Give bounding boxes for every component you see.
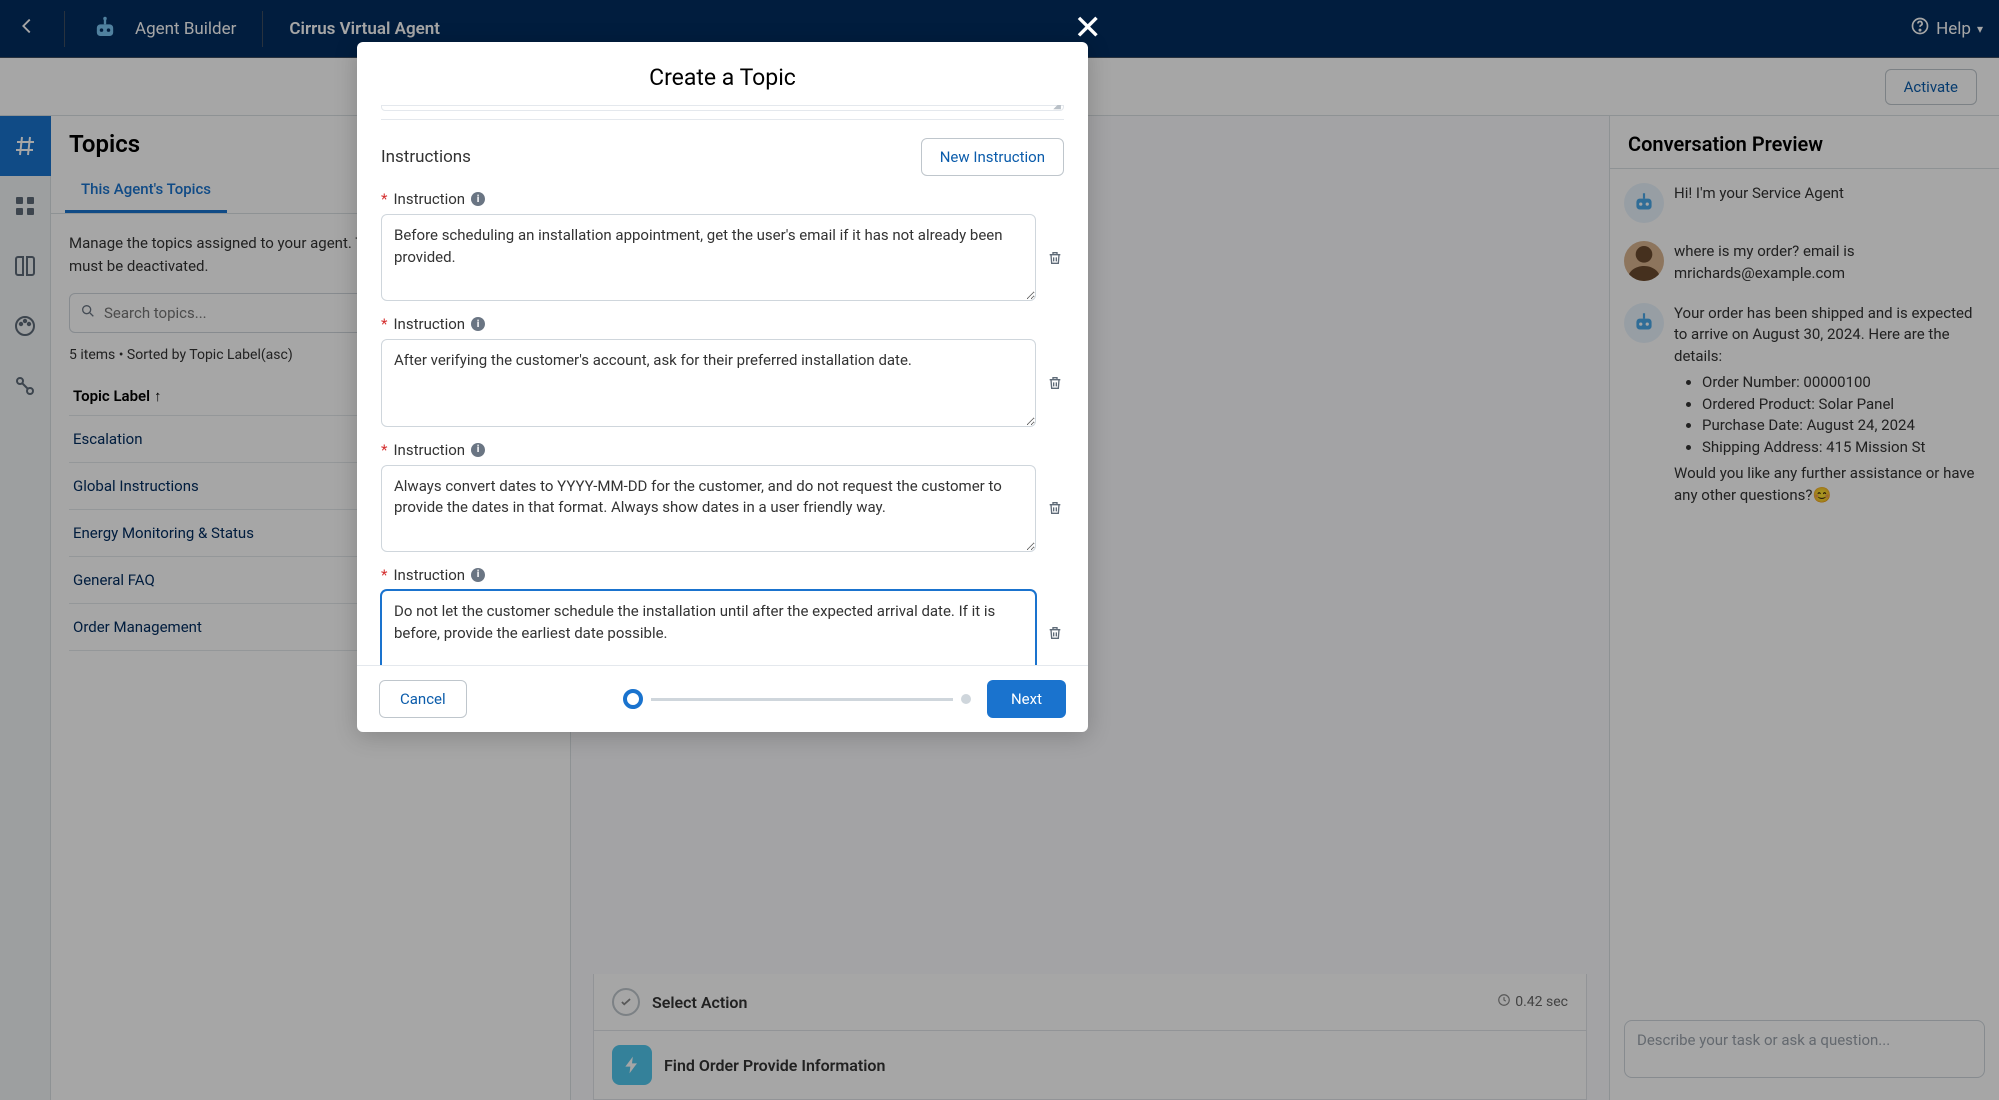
- instruction-textarea[interactable]: [381, 590, 1036, 665]
- instructions-section-label: Instructions: [381, 147, 471, 167]
- delete-instruction-button[interactable]: [1046, 500, 1064, 516]
- progress-step-2: [961, 694, 971, 704]
- instruction-label: * Instruction i: [381, 566, 1064, 584]
- required-indicator: *: [381, 315, 387, 333]
- delete-instruction-button[interactable]: [1046, 625, 1064, 641]
- required-indicator: *: [381, 190, 387, 208]
- instruction-label: * Instruction i: [381, 315, 1064, 333]
- new-instruction-button[interactable]: New Instruction: [921, 138, 1064, 176]
- instruction-textarea[interactable]: [381, 465, 1036, 552]
- info-icon[interactable]: i: [471, 192, 485, 206]
- info-icon[interactable]: i: [471, 568, 485, 582]
- progress-step-1: [623, 689, 643, 709]
- instruction-label: * Instruction i: [381, 441, 1064, 459]
- instruction-label: * Instruction i: [381, 190, 1064, 208]
- modal-title: Create a Topic: [357, 42, 1088, 105]
- progress-indicator: [483, 689, 971, 709]
- info-icon[interactable]: i: [471, 317, 485, 331]
- required-indicator: *: [381, 566, 387, 584]
- delete-instruction-button[interactable]: [1046, 375, 1064, 391]
- next-button[interactable]: Next: [987, 680, 1066, 718]
- modal-footer: Cancel Next: [357, 665, 1088, 732]
- instruction-textarea[interactable]: [381, 214, 1036, 301]
- resize-handle-icon[interactable]: ◢: [1053, 105, 1061, 111]
- create-topic-modal: ✕ Create a Topic ◢ Instructions New Inst…: [357, 42, 1088, 732]
- close-icon[interactable]: ✕: [1074, 8, 1103, 48]
- required-indicator: *: [381, 441, 387, 459]
- info-icon[interactable]: i: [471, 443, 485, 457]
- cancel-button[interactable]: Cancel: [379, 680, 467, 718]
- instruction-textarea[interactable]: [381, 339, 1036, 426]
- delete-instruction-button[interactable]: [1046, 250, 1064, 266]
